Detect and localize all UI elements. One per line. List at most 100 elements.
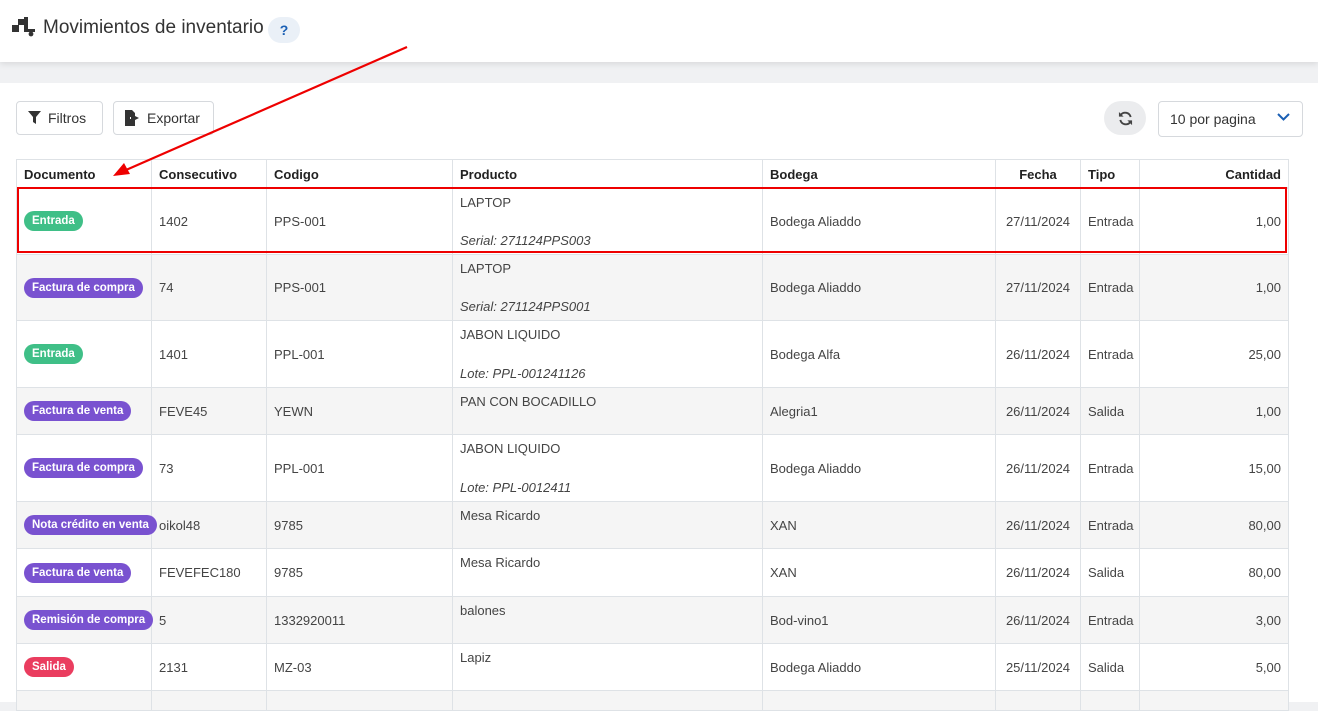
date-cell: 26/11/2024 [995, 596, 1081, 644]
filters-label: Filtros [48, 110, 87, 126]
consecutive-cell: 74 [151, 254, 267, 321]
refresh-button[interactable] [1104, 101, 1146, 135]
date-cell: 26/11/2024 [995, 320, 1081, 388]
quantity-cell: 80,00 [1139, 548, 1289, 597]
code-cell: PPL-001 [266, 320, 453, 388]
empty-cell [151, 690, 267, 711]
warehouse-cell: Alegria1 [762, 387, 996, 435]
date-cell: 26/11/2024 [995, 501, 1081, 549]
document-badge[interactable]: Salida [24, 657, 74, 677]
product-cell: Mesa Ricardo [452, 548, 763, 597]
product-detail: Serial: 271124PPS003 [460, 233, 591, 248]
document-badge[interactable]: Entrada [24, 211, 83, 232]
code-cell: PPL-001 [266, 434, 453, 502]
export-label: Exportar [147, 110, 200, 126]
product-name: JABON LIQUIDO [460, 327, 561, 342]
filter-icon [28, 111, 41, 124]
document-cell: Factura de venta [16, 387, 152, 435]
document-badge[interactable]: Factura de venta [24, 562, 132, 583]
date-cell: 27/11/2024 [995, 254, 1081, 321]
consecutive-cell: 1401 [151, 320, 267, 388]
consecutive-cell: FEVEFEC180 [151, 548, 267, 597]
consecutive-cell: 1402 [151, 187, 267, 255]
table-row[interactable]: Factura de compra 74 PPS-001 LAPTOP Seria… [16, 254, 1289, 321]
main-content: Filtros Exportar 10 por pagina Documento… [0, 83, 1318, 711]
code-cell: 9785 [266, 548, 453, 597]
quantity-cell: 1,00 [1139, 187, 1289, 255]
quantity-cell: 1,00 [1139, 254, 1289, 321]
empty-cell [1080, 690, 1140, 711]
column-header-codigo[interactable]: Codigo [266, 159, 453, 189]
document-cell: Entrada [16, 320, 152, 388]
document-cell: Entrada [16, 187, 152, 255]
document-badge[interactable]: Entrada [24, 344, 83, 364]
column-header-consecutivo[interactable]: Consecutivo [151, 159, 267, 189]
type-cell: Salida [1080, 387, 1140, 435]
type-cell: Entrada [1080, 596, 1140, 644]
per-page-select[interactable]: 10 por pagina [1158, 101, 1303, 137]
column-header-producto[interactable]: Producto [452, 159, 763, 189]
column-header-tipo[interactable]: Tipo [1080, 159, 1140, 189]
type-cell: Entrada [1080, 187, 1140, 255]
date-cell: 27/11/2024 [995, 187, 1081, 255]
help-button[interactable]: ? [268, 17, 300, 43]
table-row[interactable]: Salida 2131 MZ-03 Lapiz Bodega Aliaddo 2… [16, 643, 1289, 691]
table-row[interactable] [16, 690, 1289, 711]
page-title: Movimientos de inventario [43, 17, 264, 38]
empty-cell [762, 690, 996, 711]
product-name: Mesa Ricardo [460, 508, 541, 523]
table-row[interactable]: Factura de compra 73 PPL-001 JABON LIQUI… [16, 434, 1289, 502]
product-cell: JABON LIQUIDO Lote: PPL-0012411 [452, 434, 763, 502]
empty-cell [995, 690, 1081, 711]
column-header-documento[interactable]: Documento [16, 159, 152, 189]
chevron-down-icon [1277, 113, 1290, 121]
empty-cell [16, 690, 152, 711]
table-row[interactable]: Factura de venta FEVEFEC180 9785 Mesa Ri… [16, 548, 1289, 597]
document-cell: Factura de venta [16, 548, 152, 597]
refresh-icon [1118, 111, 1132, 125]
product-name: LAPTOP [460, 261, 512, 276]
document-badge[interactable]: Factura de venta [24, 401, 132, 421]
table-row[interactable]: Nota crédito en venta oikol48 9785 Mesa … [16, 501, 1289, 549]
column-header-bodega[interactable]: Bodega [762, 159, 996, 189]
file-export-icon [125, 110, 139, 126]
export-button[interactable]: Exportar [113, 101, 214, 135]
product-name: LAPTOP [460, 194, 512, 210]
warehouse-cell: Bodega Aliaddo [762, 187, 996, 255]
warehouse-cell: XAN [762, 548, 996, 597]
product-cell: PAN CON BOCADILLO [452, 387, 763, 435]
consecutive-cell: oikol48 [151, 501, 267, 549]
quantity-cell: 1,00 [1139, 387, 1289, 435]
type-cell: Salida [1080, 643, 1140, 691]
table-row[interactable]: Remisión de compra 5 1332920011 balones … [16, 596, 1289, 644]
date-cell: 26/11/2024 [995, 434, 1081, 502]
page-header: Movimientos de inventario ? [0, 0, 1318, 62]
warehouse-cell: Bodega Aliaddo [762, 643, 996, 691]
consecutive-cell: 2131 [151, 643, 267, 691]
code-cell: MZ-03 [266, 643, 453, 691]
quantity-cell: 25,00 [1139, 320, 1289, 388]
product-detail: Serial: 271124PPS001 [460, 299, 591, 314]
type-cell: Salida [1080, 548, 1140, 597]
document-badge[interactable]: Factura de compra [24, 458, 143, 478]
empty-cell [266, 690, 453, 711]
empty-cell [1139, 690, 1289, 711]
movements-table: Documento Consecutivo Codigo Producto Bo… [16, 159, 1289, 711]
column-header-cantidad[interactable]: Cantidad [1139, 159, 1289, 189]
code-cell: 9785 [266, 501, 453, 549]
product-name: Mesa Ricardo [460, 555, 541, 570]
table-row[interactable]: Entrada 1401 PPL-001 JABON LIQUIDO Lote: … [16, 320, 1289, 388]
filters-button[interactable]: Filtros [16, 101, 103, 135]
document-cell: Salida [16, 643, 152, 691]
warehouse-cell: Bodega Alfa [762, 320, 996, 388]
document-badge[interactable]: Factura de compra [24, 277, 143, 298]
document-badge[interactable]: Nota crédito en venta [24, 515, 157, 535]
table-row[interactable]: Entrada 1402 PPS-001 LAPTOP Serial: 27112… [16, 187, 1289, 255]
warehouse-cell: Bodega Aliaddo [762, 434, 996, 502]
truck-boxes-icon [12, 17, 35, 37]
product-cell: balones [452, 596, 763, 644]
table-header-row: Documento Consecutivo Codigo Producto Bo… [16, 159, 1289, 189]
table-row[interactable]: Factura de venta FEVE45 YEWN PAN CON BOC… [16, 387, 1289, 435]
column-header-fecha[interactable]: Fecha [995, 159, 1081, 189]
document-badge[interactable]: Remisión de compra [24, 610, 154, 630]
